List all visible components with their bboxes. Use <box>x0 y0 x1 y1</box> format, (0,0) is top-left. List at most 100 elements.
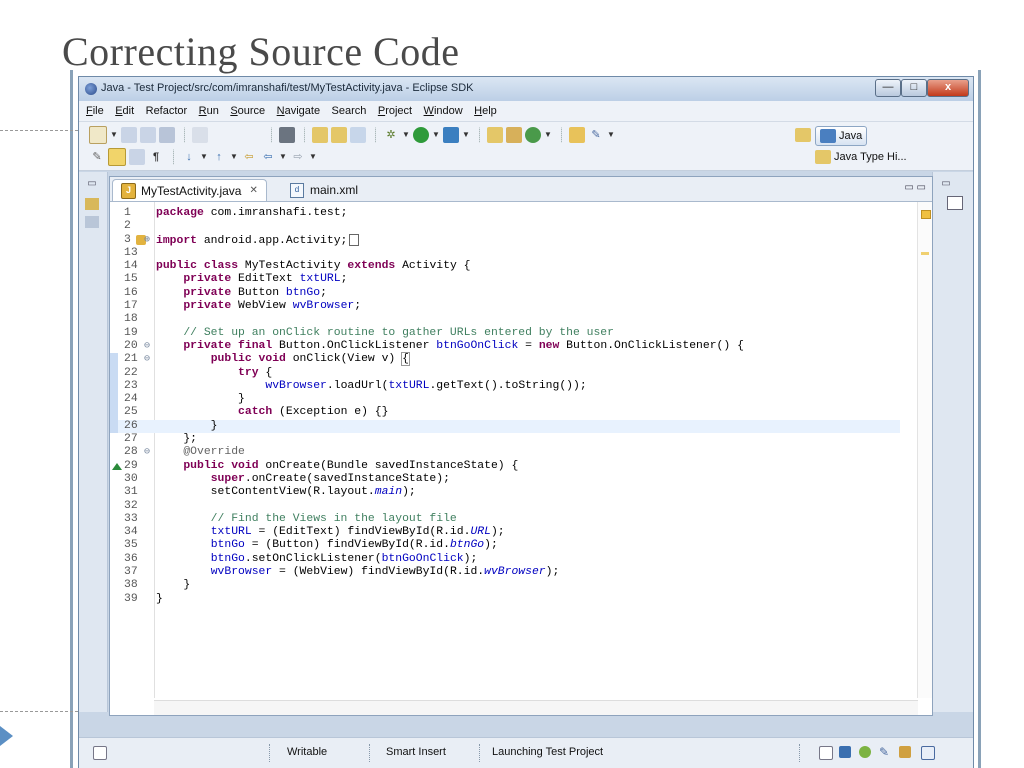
horizontal-scrollbar[interactable] <box>154 700 918 715</box>
open-resource-icon[interactable] <box>506 127 522 143</box>
editor-tabs: J MyTestActivity.java ✕ d main.xml ▭ ▭ <box>110 177 932 202</box>
code-line: 28 ⊖ @Override <box>124 446 245 459</box>
pencil-icon[interactable]: ✎ <box>588 127 604 143</box>
collapse-fold-icon[interactable]: ⊖ <box>144 353 150 366</box>
chevron-down-icon[interactable]: ▼ <box>110 127 118 143</box>
save-all-icon[interactable] <box>140 127 156 143</box>
highlight-icon[interactable] <box>108 148 126 166</box>
open-type-icon[interactable] <box>487 127 503 143</box>
back-icon[interactable]: ⇦ <box>260 149 276 165</box>
menu-project[interactable]: Project <box>378 102 412 117</box>
console-icon[interactable] <box>839 746 851 758</box>
close-button[interactable]: x <box>927 79 969 97</box>
code-line: 16 private Button btnGo; <box>124 286 327 299</box>
toggle-mark-icon[interactable]: ✎ <box>89 149 105 165</box>
show-whitespace-icon[interactable]: ¶ <box>148 149 164 165</box>
occurrence-marker[interactable] <box>921 252 929 255</box>
open-folder-icon[interactable] <box>569 127 585 143</box>
code-line: 23 wvBrowser.loadUrl(txtURL.getText().to… <box>110 379 900 394</box>
editor-minimize-maximize-icon[interactable]: ▭ ▭ <box>904 182 926 193</box>
new-icon[interactable] <box>89 126 107 144</box>
chevron-down-icon[interactable]: ▼ <box>544 127 552 143</box>
android-sdk-icon[interactable] <box>279 127 295 143</box>
status-bar: Writable Smart Insert Launching Test Pro… <box>79 737 973 768</box>
previous-annotation-icon[interactable]: ↑ <box>211 149 227 165</box>
chevron-down-icon[interactable]: ▼ <box>432 127 440 143</box>
tab-mytestactivity-java[interactable]: J MyTestActivity.java ✕ <box>112 179 267 201</box>
print-icon[interactable] <box>159 127 175 143</box>
java-type-hierarchy-button[interactable]: Java Type Hi... <box>815 148 907 166</box>
chevron-down-icon[interactable]: ▼ <box>607 127 615 143</box>
forward-icon[interactable]: ⇨ <box>290 149 306 165</box>
collapse-fold-icon[interactable]: ⊖ <box>144 340 150 353</box>
pencil-icon[interactable]: ✎ <box>879 746 891 758</box>
change-marker <box>110 393 118 407</box>
junit-icon[interactable] <box>921 746 935 760</box>
menu-window[interactable]: Window <box>424 102 463 117</box>
java-perspective-button[interactable]: Java <box>815 126 868 146</box>
external-tools-icon[interactable] <box>443 127 459 143</box>
toolbar-separator <box>304 127 306 143</box>
slide-dashed-line <box>0 711 78 712</box>
package-explorer-icon[interactable] <box>85 216 99 228</box>
menu-source[interactable]: Source <box>230 102 265 117</box>
overview-ruler[interactable] <box>917 202 932 698</box>
chevron-down-icon[interactable]: ▼ <box>462 127 470 143</box>
chevron-down-icon[interactable]: ▼ <box>402 127 410 143</box>
minimize-button[interactable]: — <box>875 79 901 97</box>
code-line: 25 catch (Exception e) {} <box>110 406 900 420</box>
menu-search[interactable]: Search <box>332 102 367 117</box>
hierarchy-view-icon[interactable] <box>85 198 99 210</box>
code-line: 29 public void onCreate(Bundle savedInst… <box>110 460 900 473</box>
chevron-down-icon[interactable]: ▼ <box>279 149 287 165</box>
new-package-icon[interactable] <box>312 127 328 143</box>
warning-marker-icon[interactable] <box>921 210 931 219</box>
code-line: 13 <box>124 246 138 259</box>
chevron-down-icon[interactable]: ▼ <box>309 149 317 165</box>
toolbar-separator <box>271 127 273 143</box>
code-area[interactable]: 1 package com.imranshafi.test; 2 3 ⊕ import… <box>110 207 900 606</box>
debug-icon[interactable]: ✲ <box>383 127 399 143</box>
window-title: Java - Test Project/src/com/imranshafi/t… <box>101 82 474 94</box>
override-marker-icon[interactable] <box>112 462 122 470</box>
menu-navigate[interactable]: Navigate <box>277 102 320 117</box>
status-progress-message: Launching Test Project <box>492 746 604 758</box>
type-hierarchy-icon <box>815 150 831 164</box>
restore-icon[interactable]: ▭ <box>85 178 99 190</box>
window-titlebar[interactable]: Java - Test Project/src/com/imranshafi/t… <box>79 77 973 101</box>
menu-help[interactable]: Help <box>474 102 497 117</box>
android-icon[interactable] <box>859 746 871 758</box>
collapsed-imports-icon[interactable] <box>349 233 360 246</box>
next-annotation-icon[interactable]: ↓ <box>181 149 197 165</box>
tab-main-xml[interactable]: d main.xml <box>282 179 366 201</box>
maximize-button[interactable]: □ <box>901 79 927 97</box>
code-line: 18 <box>124 313 138 326</box>
chevron-down-icon[interactable]: ▼ <box>230 149 238 165</box>
new-wizard-icon[interactable] <box>525 127 541 143</box>
new-class-icon[interactable] <box>331 127 347 143</box>
save-icon[interactable] <box>121 127 137 143</box>
run-icon[interactable] <box>413 127 429 143</box>
collapse-fold-icon[interactable]: ⊖ <box>144 446 150 459</box>
tasks-icon[interactable] <box>899 746 911 758</box>
code-line: 35 btnGo = (Button) findViewById(R.id.bt… <box>124 539 498 552</box>
code-line: 14 public class MyTestActivity extends Ac… <box>124 260 471 273</box>
block-selection-icon[interactable] <box>129 149 145 165</box>
menu-edit[interactable]: Edit <box>115 102 134 117</box>
change-marker <box>110 353 118 367</box>
close-tab-icon[interactable]: ✕ <box>249 185 257 196</box>
outline-view-icon[interactable] <box>947 196 963 210</box>
menu-run[interactable]: Run <box>199 102 219 117</box>
trim-stack-icon[interactable] <box>819 746 833 760</box>
last-edit-icon[interactable]: ⇦ <box>241 149 257 165</box>
code-line: 22 try { <box>110 366 900 380</box>
chevron-down-icon[interactable]: ▼ <box>200 149 208 165</box>
binary-icon[interactable] <box>192 127 208 143</box>
menu-refactor[interactable]: Refactor <box>146 102 188 117</box>
fast-view-icon[interactable] <box>93 746 107 760</box>
expand-fold-icon[interactable]: ⊕ <box>144 234 150 247</box>
menu-file[interactable]: File <box>86 102 104 117</box>
new-interface-icon[interactable] <box>350 127 366 143</box>
restore-icon[interactable]: ▭ <box>939 178 953 190</box>
open-perspective-button[interactable] <box>795 126 814 144</box>
